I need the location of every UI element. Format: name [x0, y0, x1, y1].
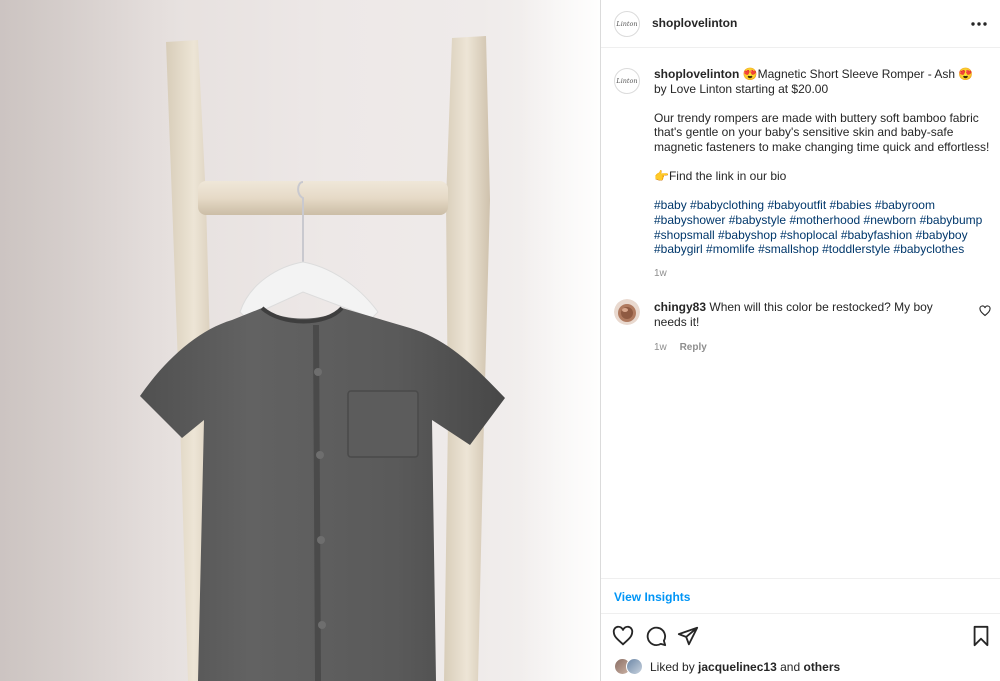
hashtag-link[interactable]: #babygirl: [654, 242, 703, 256]
insights-bar: View Insights: [601, 578, 1000, 614]
action-bar: [601, 622, 1000, 650]
caption-text: shoplovelinton 😍Magnetic Short Sleeve Ro…: [654, 67, 992, 257]
brand-logo-icon: Linton: [615, 77, 637, 85]
hashtag-link[interactable]: #shopsmall: [654, 228, 715, 242]
hashtag-link[interactable]: #babies: [830, 198, 872, 212]
liked-by-user[interactable]: jacquelinec13: [698, 660, 777, 674]
hashtag-link[interactable]: #babyboy: [916, 228, 968, 242]
bookmark-icon[interactable]: [970, 625, 992, 647]
hashtag-link[interactable]: #momlife: [706, 242, 755, 256]
hashtag-link[interactable]: #smallshop: [758, 242, 819, 256]
likes-summary: Liked by jacquelinec13 and others: [614, 657, 840, 677]
post-image[interactable]: [0, 0, 600, 681]
caption-line2: by Love Linton starting at $20.00: [654, 81, 829, 96]
comment-timestamp: 1w: [654, 342, 667, 353]
post-header: Linton shoplovelinton: [601, 0, 1000, 48]
hashtag-link[interactable]: #babystyle: [729, 213, 786, 227]
hashtag-link[interactable]: #babyoutfit: [767, 198, 826, 212]
caption-hashtags: #baby #babyclothing #babyoutfit #babies …: [654, 198, 992, 256]
view-insights-link[interactable]: View Insights: [614, 590, 690, 604]
hashtag-link[interactable]: #babyclothing: [690, 198, 764, 212]
more-horizontal-icon[interactable]: [969, 14, 989, 34]
romper-on-ladder-illustration: [140, 36, 505, 681]
commenter-avatar[interactable]: [614, 299, 640, 325]
send-icon[interactable]: [677, 625, 699, 647]
comment-meta: 1w Reply: [654, 342, 707, 353]
avatar[interactable]: Linton: [614, 11, 640, 37]
caption-description: Our trendy rompers are made with buttery…: [654, 110, 990, 154]
caption-username[interactable]: shoplovelinton: [654, 67, 739, 81]
svg-text:Linton: Linton: [615, 77, 637, 85]
hashtag-link[interactable]: #babyshower: [654, 213, 725, 227]
ladder-rung: [198, 181, 448, 215]
brand-logo-icon: Linton: [615, 20, 637, 28]
comment-text: chingy83 When will this color be restock…: [654, 300, 959, 329]
reply-button[interactable]: Reply: [680, 342, 707, 353]
hashtag-link[interactable]: #motherhood: [789, 213, 860, 227]
liked-by-prefix: Liked by: [650, 660, 695, 674]
caption-cta: 👉Find the link in our bio: [654, 169, 787, 184]
liker-avatar: [626, 658, 643, 675]
romper-placket: [313, 324, 321, 681]
post-modal: Linton shoplovelinton Linton shoplovelin…: [0, 0, 1000, 681]
hashtag-link[interactable]: #babyclothes: [894, 242, 965, 256]
liked-by-others[interactable]: others: [803, 660, 840, 674]
comment-username[interactable]: chingy83: [654, 300, 706, 314]
heart-icon[interactable]: [612, 625, 634, 647]
liker-avatars[interactable]: [614, 658, 646, 676]
comment-icon[interactable]: [645, 625, 667, 647]
liked-by-and: and: [780, 660, 801, 674]
caption-timestamp: 1w: [654, 268, 667, 279]
hashtag-link[interactable]: #shoplocal: [780, 228, 837, 242]
hashtag-link[interactable]: #babybump: [920, 213, 983, 227]
hashtag-link[interactable]: #babyfashion: [841, 228, 912, 242]
hashtag-link[interactable]: #newborn: [864, 213, 917, 227]
caption-line1: 😍Magnetic Short Sleeve Romper - Ash 😍: [742, 67, 974, 81]
hashtag-link[interactable]: #babyroom: [875, 198, 935, 212]
header-username[interactable]: shoplovelinton: [652, 16, 737, 30]
caption-avatar[interactable]: Linton: [614, 68, 640, 94]
svg-text:Linton: Linton: [615, 20, 637, 28]
hashtag-link[interactable]: #baby: [654, 198, 687, 212]
post-details-panel: Linton shoplovelinton Linton shoplovelin…: [600, 0, 1000, 681]
romper-pocket: [347, 390, 419, 458]
hashtag-link[interactable]: #toddlerstyle: [822, 242, 890, 256]
comment-like-icon[interactable]: [979, 305, 991, 317]
hashtag-link[interactable]: #babyshop: [718, 228, 777, 242]
